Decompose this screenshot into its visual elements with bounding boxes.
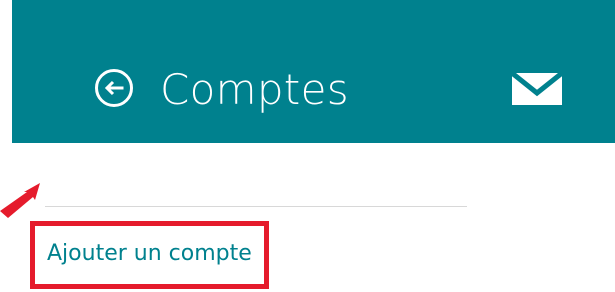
section-divider (45, 206, 467, 207)
accounts-page: Comptes Ajouter un compte (0, 0, 615, 292)
page-title: Comptes (160, 65, 349, 114)
add-account-link[interactable]: Ajouter un compte (47, 238, 252, 270)
envelope-icon (512, 73, 562, 105)
red-arrow-icon (0, 180, 40, 218)
back-arrow-icon (104, 80, 124, 96)
mail-icon[interactable] (512, 73, 562, 105)
header-bar: Comptes (12, 0, 615, 143)
back-button[interactable] (95, 69, 133, 107)
